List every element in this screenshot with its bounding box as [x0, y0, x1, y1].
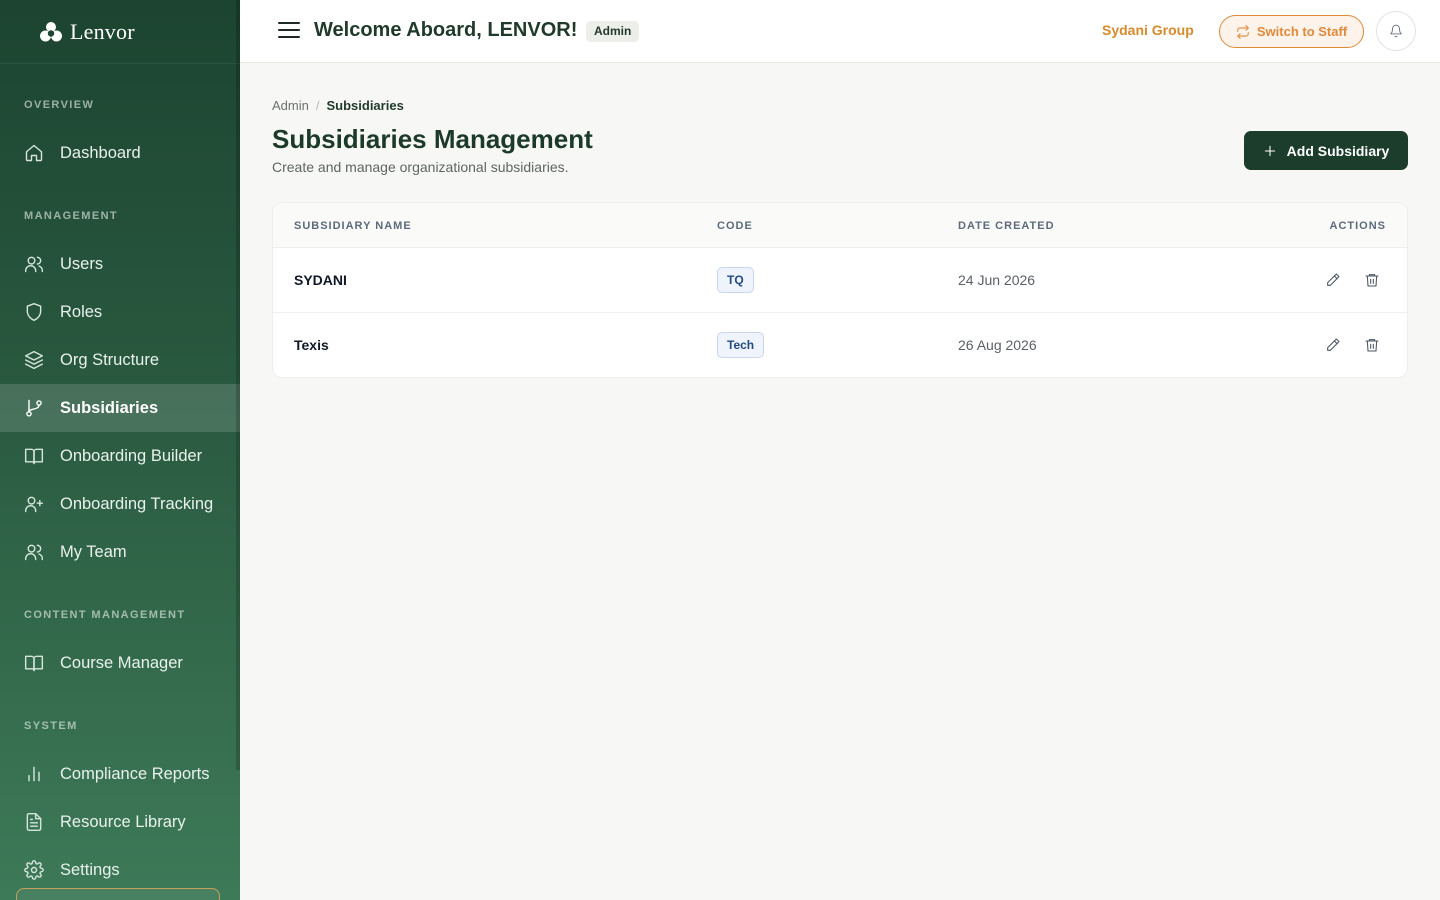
- add-subsidiary-label: Add Subsidiary: [1286, 142, 1390, 159]
- section-label-overview: OVERVIEW: [24, 99, 95, 111]
- sidebar-item-label: My Team: [60, 542, 127, 561]
- bar-chart-icon: [28, 766, 40, 782]
- page-subtitle: Create and manage organizational subsidi…: [272, 159, 569, 175]
- sidebar-item-dashboard[interactable]: Dashboard: [0, 129, 240, 177]
- sidebar-item-label: Users: [60, 254, 104, 273]
- hamburger-line: [278, 36, 300, 38]
- shield-icon: [26, 302, 42, 322]
- add-subsidiary-button[interactable]: Add Subsidiary: [1244, 131, 1408, 170]
- sidebar-item-roles[interactable]: Roles: [0, 288, 240, 336]
- file-text-icon: [26, 812, 42, 832]
- code-badge: Tech: [717, 332, 765, 358]
- sidebar-scrollbar[interactable]: [236, 0, 240, 770]
- code-badge: TQ: [717, 267, 754, 293]
- hamburger-line: [278, 22, 300, 24]
- welcome-title: Welcome Aboard, LENVOR!: [314, 19, 578, 41]
- top-header: Welcome Aboard, LENVOR! Admin Sydani Gro…: [240, 0, 1440, 63]
- date-created: 24 Jun 2026: [958, 272, 1036, 288]
- menu-toggle-button[interactable]: [278, 22, 300, 40]
- home-icon: [25, 144, 43, 162]
- sidebar-item-label: Org Structure: [60, 350, 160, 369]
- table-header: SUBSIDIARY NAME CODE DATE CREATED ACTION…: [273, 203, 1407, 248]
- sidebar-item-label: Dashboard: [60, 143, 141, 162]
- sidebar-item-org-structure[interactable]: Org Structure: [0, 336, 240, 384]
- sidebar-item-resource-library[interactable]: Resource Library: [0, 798, 240, 846]
- subsidiary-name: Texis: [294, 337, 329, 353]
- section-label-content-management: CONTENT MANAGEMENT: [24, 609, 186, 621]
- date-created: 26 Aug 2026: [958, 337, 1037, 353]
- breadcrumb-separator: /: [315, 98, 320, 113]
- table-row: SYDANI TQ 24 Jun 2026: [273, 248, 1407, 313]
- breadcrumb-root[interactable]: Admin: [272, 98, 309, 113]
- section-label-system: SYSTEM: [24, 720, 78, 732]
- switch-to-staff-button[interactable]: Switch to Staff: [1219, 15, 1364, 48]
- book-icon: [24, 448, 44, 465]
- bell-icon: [1390, 24, 1402, 38]
- subsidiaries-table: SUBSIDIARY NAME CODE DATE CREATED ACTION…: [272, 202, 1408, 378]
- page-title: Subsidiaries Management: [272, 124, 593, 154]
- users-icon: [24, 544, 44, 561]
- lenvor-logo-icon: [40, 21, 62, 41]
- edit-button[interactable]: [1321, 268, 1345, 292]
- trash-icon: [1365, 274, 1379, 287]
- brand-name: Lenvor: [70, 18, 135, 44]
- sidebar-item-compliance-reports[interactable]: Compliance Reports: [0, 750, 240, 798]
- sidebar-item-subsidiaries[interactable]: Subsidiaries: [0, 384, 240, 432]
- sidebar-item-label: Subsidiaries: [60, 398, 159, 417]
- edit-button[interactable]: [1321, 333, 1345, 357]
- column-header-date: DATE CREATED: [958, 220, 1055, 232]
- sidebar-item-label: Resource Library: [60, 812, 186, 831]
- column-header-actions: ACTIONS: [1329, 220, 1386, 232]
- column-header-name: SUBSIDIARY NAME: [294, 220, 412, 232]
- sidebar-item-settings[interactable]: Settings: [0, 846, 240, 894]
- users-icon: [24, 256, 44, 273]
- switch-to-staff-label: Switch to Staff: [1256, 24, 1348, 39]
- sidebar-item-label: Settings: [60, 860, 120, 879]
- sidebar-bottom-card[interactable]: [16, 888, 220, 900]
- switch-arrows-icon: [1237, 24, 1249, 39]
- gear-icon: [24, 860, 44, 880]
- section-label-management: MANAGEMENT: [24, 210, 119, 222]
- organization-link[interactable]: Sydani Group: [1102, 22, 1194, 38]
- book-icon: [24, 655, 44, 672]
- sidebar-item-label: Roles: [60, 302, 103, 321]
- sidebar-item-course-manager[interactable]: Course Manager: [0, 639, 240, 687]
- brand-logo[interactable]: Lenvor: [0, 0, 240, 64]
- role-badge: Admin: [586, 21, 640, 42]
- pencil-icon: [1327, 273, 1340, 286]
- sidebar-item-my-team[interactable]: My Team: [0, 528, 240, 576]
- pencil-icon: [1327, 338, 1340, 351]
- user-plus-icon: [24, 496, 44, 513]
- sidebar-item-onboarding-tracking[interactable]: Onboarding Tracking: [0, 480, 240, 528]
- breadcrumb-current: Subsidiaries: [326, 98, 404, 113]
- sidebar-item-label: Compliance Reports: [60, 764, 210, 783]
- breadcrumb: Admin / Subsidiaries: [272, 98, 404, 113]
- subsidiary-name: SYDANI: [294, 272, 347, 288]
- hamburger-line: [278, 29, 300, 31]
- column-header-code: CODE: [717, 220, 753, 232]
- sidebar-item-users[interactable]: Users: [0, 240, 240, 288]
- layers-icon: [24, 350, 44, 370]
- sidebar-item-label: Onboarding Tracking: [60, 494, 214, 513]
- sidebar-item-onboarding-builder[interactable]: Onboarding Builder: [0, 432, 240, 480]
- sidebar-item-label: Course Manager: [60, 653, 183, 672]
- sidebar: Lenvor OVERVIEW Dashboard MANAGEMENT Use…: [0, 0, 240, 900]
- notifications-button[interactable]: [1376, 11, 1416, 51]
- delete-button[interactable]: [1360, 333, 1384, 357]
- table-row: Texis Tech 26 Aug 2026: [273, 313, 1407, 377]
- plus-icon: [1264, 145, 1275, 156]
- git-branch-icon: [26, 399, 42, 417]
- sidebar-item-label: Onboarding Builder: [60, 446, 203, 465]
- trash-icon: [1365, 339, 1379, 352]
- delete-button[interactable]: [1360, 268, 1384, 292]
